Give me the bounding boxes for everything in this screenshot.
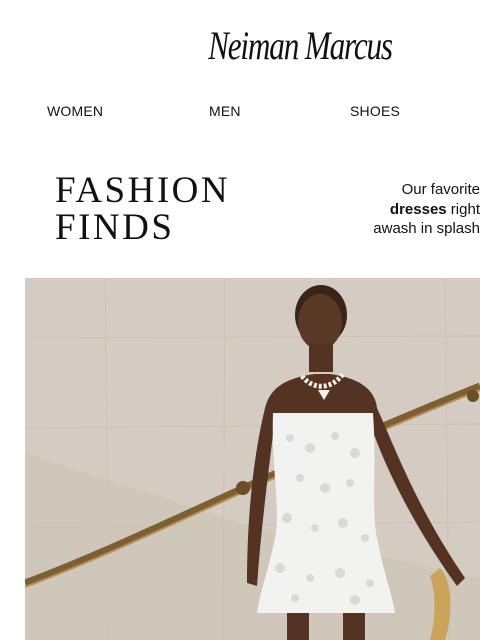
header: Neiman Marcus xyxy=(0,0,480,90)
neiman-marcus-logo[interactable]: Neiman Marcus xyxy=(66,22,480,69)
main-nav: WOMEN MEN SHOES xyxy=(0,103,480,123)
nav-item-men[interactable]: MEN xyxy=(209,103,241,119)
nav-item-shoes[interactable]: SHOES xyxy=(350,103,400,119)
hero-image[interactable] xyxy=(25,278,480,640)
promo-line-2-rest: right xyxy=(446,200,480,218)
promo-text: Our favorite dresses right awash in spla… xyxy=(310,180,480,239)
railing-bracket xyxy=(236,481,250,495)
promo-line-1: Our favorite xyxy=(401,181,480,198)
white-embellished-dress xyxy=(257,413,395,613)
hero-photo-illustration xyxy=(25,278,480,640)
headline-line-1: FASHION xyxy=(55,170,231,211)
promo-bold-link[interactable]: dresses xyxy=(390,201,447,218)
promo-line-2: dresses right xyxy=(310,200,480,220)
promo-line-3: awash in splash xyxy=(373,220,480,237)
headline-line-2: FINDS xyxy=(55,207,175,248)
nav-item-women[interactable]: WOMEN xyxy=(47,103,103,119)
section-headline: FASHION FINDS xyxy=(55,172,230,246)
